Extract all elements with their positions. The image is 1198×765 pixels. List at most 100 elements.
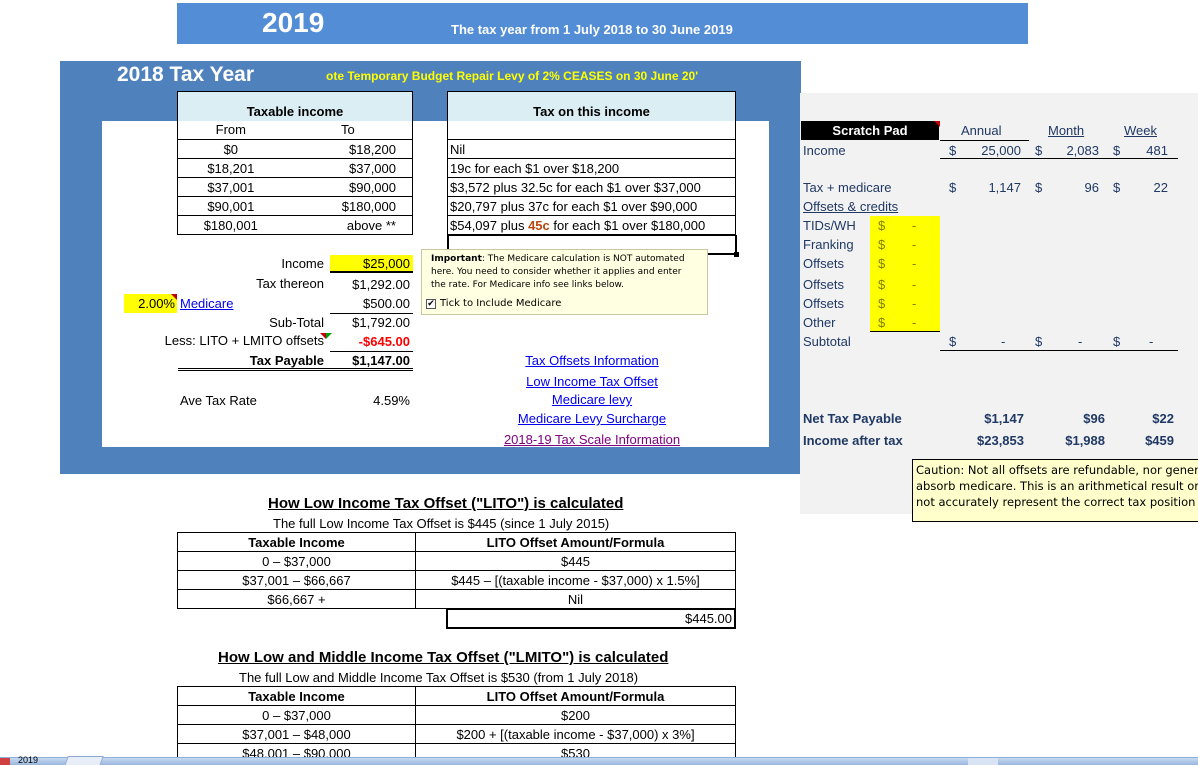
col-month[interactable]: Month <box>1048 123 1084 138</box>
medicare-link[interactable]: Medicare <box>180 296 233 311</box>
currency-sign: $ <box>1035 180 1043 195</box>
credit-row-label: Franking <box>803 237 854 252</box>
table-row: $3,572 plus 32.5c for each $1 over $37,0… <box>447 177 736 197</box>
table-row: $37,001 – $66,667 $445 – [(taxable income… <box>177 570 736 590</box>
table-row: $90,001 $180,000 <box>177 196 413 216</box>
fill-handle[interactable] <box>734 252 739 257</box>
lito-col-income: Taxable Income <box>177 532 416 552</box>
to-cell[interactable]: $90,000 <box>283 177 413 197</box>
annual-rule <box>940 140 1029 141</box>
lmito-title: How Low and Middle Income Tax Offset ("L… <box>218 649 669 666</box>
lito-total[interactable]: $445.00 <box>446 608 736 629</box>
currency-sign: $ <box>1035 334 1043 349</box>
credit-value[interactable]: - <box>912 218 916 233</box>
ave-tax-rate-value: 4.59% <box>373 393 410 408</box>
credit-value[interactable]: - <box>912 256 916 271</box>
currency-sign: $ <box>949 334 957 349</box>
tax-cell-text: $54,097 plus <box>450 217 529 233</box>
income-cell[interactable]: $37,001 – $66,667 <box>177 570 416 590</box>
tax-week: 22 <box>1153 180 1168 195</box>
credit-value[interactable]: - <box>912 296 916 311</box>
from-cell[interactable]: $37,001 <box>177 177 284 197</box>
lmito-subtitle: The full Low and Middle Income Tax Offse… <box>239 670 639 685</box>
tax-cell[interactable]: 19c for each $1 over $18,200 <box>447 158 736 178</box>
link-medicare-levy[interactable]: Medicare levy <box>480 392 704 407</box>
blank-cell[interactable] <box>448 121 736 140</box>
table-row: 19c for each $1 over $18,200 <box>447 158 736 178</box>
link-tax-scale-information[interactable]: 2018-19 Tax Scale Information <box>480 432 704 447</box>
from-cell[interactable]: $18,201 <box>177 158 284 178</box>
checkbox-checked-icon[interactable]: ✔ <box>426 298 436 309</box>
subtotal-week: - <box>1149 334 1154 349</box>
credit-value[interactable]: - <box>912 277 916 292</box>
credit-value[interactable]: - <box>912 315 916 330</box>
credits-input-area[interactable] <box>870 216 940 331</box>
col-week[interactable]: Week <box>1124 123 1157 138</box>
income-cell[interactable]: 0 – $37,000 <box>177 705 416 725</box>
tax-thereon-label: Tax thereon <box>256 276 324 291</box>
currency-sign: $ <box>949 180 957 195</box>
income-cell[interactable]: $37,001 – $48,000 <box>177 724 416 744</box>
to-cell[interactable]: $37,000 <box>283 158 413 178</box>
formula-cell[interactable]: $200 <box>415 705 736 725</box>
comment-indicator-icon[interactable] <box>171 294 177 300</box>
sheet-nav-icon[interactable] <box>0 758 10 765</box>
offsets-label: Less: LITO + LMITO offsets <box>164 333 324 348</box>
lito-title: How Low Income Tax Offset ("LITO") is ca… <box>268 495 624 512</box>
checkbox-label: Tick to Include Medicare <box>440 298 562 309</box>
from-cell[interactable]: $180,001 <box>177 215 284 235</box>
insert-sheet-icon[interactable] <box>64 756 104 765</box>
currency-sign: $ <box>878 277 886 292</box>
subtotal-label: Sub-Total <box>269 315 324 330</box>
table-row: $66,667 + Nil <box>177 589 736 609</box>
link-medicare-levy-surcharge[interactable]: Medicare Levy Surcharge <box>480 411 704 426</box>
link-low-income-tax-offset[interactable]: Low Income Tax Offset <box>480 374 704 389</box>
include-medicare-checkbox[interactable]: ✔ Tick to Include Medicare <box>426 297 561 310</box>
income-week: 481 <box>1146 143 1168 158</box>
subtotal-month: - <box>1078 334 1083 349</box>
income-value[interactable]: $25,000 <box>330 256 410 271</box>
link-tax-offsets-information[interactable]: Tax Offsets Information <box>480 353 704 368</box>
tax-cell[interactable]: $20,797 plus 37c for each $1 over $90,00… <box>447 196 736 216</box>
formula-cell[interactable]: Nil <box>415 589 736 609</box>
formula-cell[interactable]: $200 + [(taxable income - $37,000) x 3%] <box>415 724 736 744</box>
after-tax-week: $459 <box>1145 433 1174 448</box>
net-tax-week: $22 <box>1152 411 1174 426</box>
tax-cell-text: for each $1 over $180,000 <box>549 217 706 233</box>
tax-cell[interactable]: $3,572 plus 32.5c for each $1 over $37,0… <box>447 177 736 197</box>
after-tax-month: $1,988 <box>1065 433 1105 448</box>
income-cell[interactable]: 0 – $37,000 <box>177 551 416 571</box>
tax-cell[interactable]: Nil <box>447 139 736 159</box>
credit-row-label: Offsets <box>803 277 844 292</box>
from-cell[interactable]: $0 <box>177 139 284 159</box>
to-cell[interactable]: $180,000 <box>283 196 413 216</box>
to-cell[interactable]: $18,200 <box>283 139 413 159</box>
income-month: 2,083 <box>1066 143 1099 158</box>
currency-sign: $ <box>878 237 886 252</box>
credit-value[interactable]: - <box>912 237 916 252</box>
tax-thereon-value: $1,292.00 <box>352 277 410 292</box>
table-row: 0 – $37,000 $445 <box>177 551 736 571</box>
tax-cell[interactable]: $54,097 plus 45c for each $1 over $180,0… <box>447 215 736 235</box>
formula-cell[interactable]: $445 <box>415 551 736 571</box>
tax-on-income-header: Tax on this income <box>447 91 736 121</box>
horizontal-scrollbar[interactable] <box>968 758 998 765</box>
offsets-credits-link[interactable]: Offsets & credits <box>803 199 898 214</box>
tax-payable-value: $1,147.00 <box>352 353 410 368</box>
formula-cell[interactable]: $445 – [(taxable income - $37,000) x 1.5… <box>415 570 736 590</box>
income-label: Income <box>281 256 324 271</box>
income-annual[interactable]: 25,000 <box>960 143 1021 158</box>
income-cell[interactable]: $66,667 + <box>177 589 416 609</box>
offsets-value: -$645.00 <box>358 334 410 349</box>
after-tax-annual: $23,853 <box>977 433 1024 448</box>
comment-indicator-icon[interactable] <box>934 121 940 127</box>
caution-line: absorb medicare. This is an arithmetical… <box>916 479 1198 493</box>
caution-line: Caution: Not all offsets are refundable,… <box>916 463 1198 477</box>
col-annual: Annual <box>961 123 1002 138</box>
table-row: Nil <box>447 139 736 159</box>
from-cell[interactable]: $90,001 <box>177 196 284 216</box>
credit-row-label: TIDs/WH <box>803 218 856 233</box>
to-cell[interactable]: above ** <box>283 215 413 235</box>
medicare-rate[interactable]: 2.00% <box>124 296 175 311</box>
sheet-tab-active[interactable]: 2019 <box>18 755 38 765</box>
